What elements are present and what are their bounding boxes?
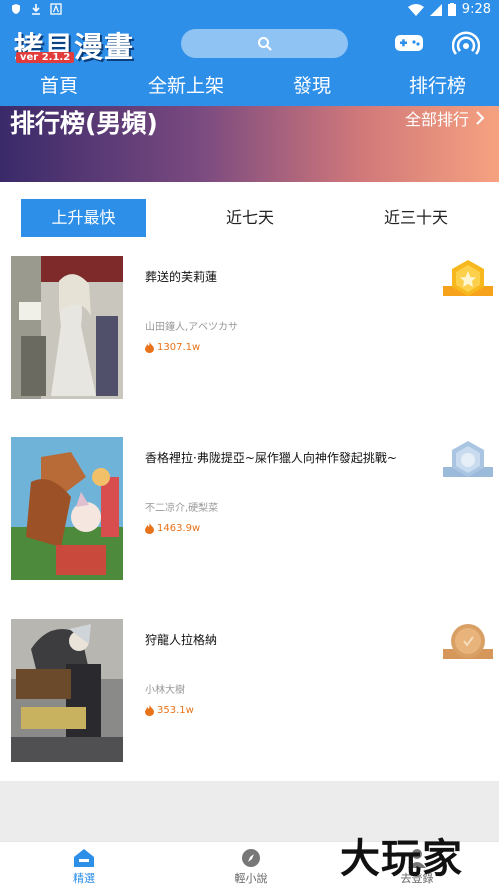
tab-new-releases[interactable]: 全新上架 <box>148 70 224 102</box>
heat-value: 1463.9w <box>157 523 201 534</box>
tab-last-7-days[interactable]: 近七天 <box>200 199 300 237</box>
app-logo[interactable]: 拷貝漫畫 ver 2.1.2 <box>12 22 177 66</box>
gold-medal-icon <box>443 260 493 296</box>
comic-author: 山田鐘人,アベツカサ <box>145 322 238 333</box>
comic-title[interactable]: 香格裡拉·弗陇提亞~屎作獵人向神作發起挑戰~ <box>145 449 397 466</box>
comic-author: 小林大樹 <box>145 685 185 696</box>
font-icon <box>50 3 62 15</box>
comic-cover[interactable] <box>11 437 123 580</box>
tab-last-30-days[interactable]: 近三十天 <box>366 199 466 237</box>
broadcast-icon[interactable] <box>452 30 480 58</box>
banner-title: 排行榜(男頻) <box>10 109 158 138</box>
shield-icon <box>12 4 20 14</box>
tab-rising-fastest[interactable]: 上升最快 <box>21 199 146 237</box>
compass-icon <box>242 849 260 867</box>
flame-icon <box>145 342 154 353</box>
nav-light-novels-label: 輕小說 <box>234 872 268 885</box>
gamepad-icon[interactable] <box>394 31 424 55</box>
silver-medal-icon <box>443 441 493 477</box>
list-item[interactable]: 香格裡拉·弗陇提亞~屎作獵人向神作發起挑戰~ 不二凉介,硬梨菜 1463.9w <box>0 437 499 587</box>
wifi-icon <box>407 3 424 16</box>
heat-count: 353.1w <box>145 705 194 716</box>
status-time: 9:28 <box>461 2 491 17</box>
battery-icon <box>447 3 456 16</box>
nav-featured-label: 精選 <box>73 872 95 885</box>
tab-home[interactable]: 首頁 <box>40 70 78 102</box>
heat-value: 353.1w <box>157 705 194 716</box>
home-icon <box>74 849 94 867</box>
signal-icon <box>429 3 442 16</box>
comic-cover[interactable] <box>11 619 123 762</box>
search-input[interactable] <box>181 29 348 58</box>
bronze-medal-icon <box>443 624 493 659</box>
ranking-banner: 排行榜(男頻) 全部排行 <box>0 106 499 182</box>
comic-title[interactable]: 葬送的芙莉蓮 <box>145 268 217 285</box>
heat-count: 1307.1w <box>145 342 200 353</box>
flame-icon <box>145 523 154 534</box>
version-badge: ver 2.1.2 <box>16 52 75 63</box>
heat-count: 1463.9w <box>145 523 200 534</box>
all-rankings-label: 全部排行 <box>404 110 469 129</box>
list-item[interactable]: 狩龍人拉格納 小林大樹 353.1w <box>0 619 499 769</box>
nav-light-novels[interactable]: 輕小說 <box>221 848 281 886</box>
comic-title[interactable]: 狩龍人拉格納 <box>145 631 217 648</box>
all-rankings-link[interactable]: 全部排行 <box>405 106 485 130</box>
status-bar: 9:28 <box>0 0 499 20</box>
main-tabs: 首頁 全新上架 發現 排行榜 <box>0 70 499 104</box>
list-item[interactable]: 葬送的芙莉蓮 山田鐘人,アベツカサ 1307.1w <box>0 256 499 406</box>
watermark-text: 大玩家 <box>340 835 463 882</box>
chevron-right-icon <box>476 111 485 125</box>
flame-icon <box>145 705 154 716</box>
download-icon <box>32 4 40 15</box>
comic-author: 不二凉介,硬梨菜 <box>145 503 219 514</box>
nav-featured[interactable]: 精選 <box>54 848 114 886</box>
tab-rankings[interactable]: 排行榜 <box>409 70 466 102</box>
search-icon <box>258 37 272 51</box>
comic-cover[interactable] <box>11 256 123 399</box>
app-header: 9:28 拷貝漫畫 ver 2.1.2 首頁 全新上架 發現 排行榜 <box>0 0 499 106</box>
tab-discover[interactable]: 發現 <box>293 70 331 102</box>
heat-value: 1307.1w <box>157 342 201 353</box>
